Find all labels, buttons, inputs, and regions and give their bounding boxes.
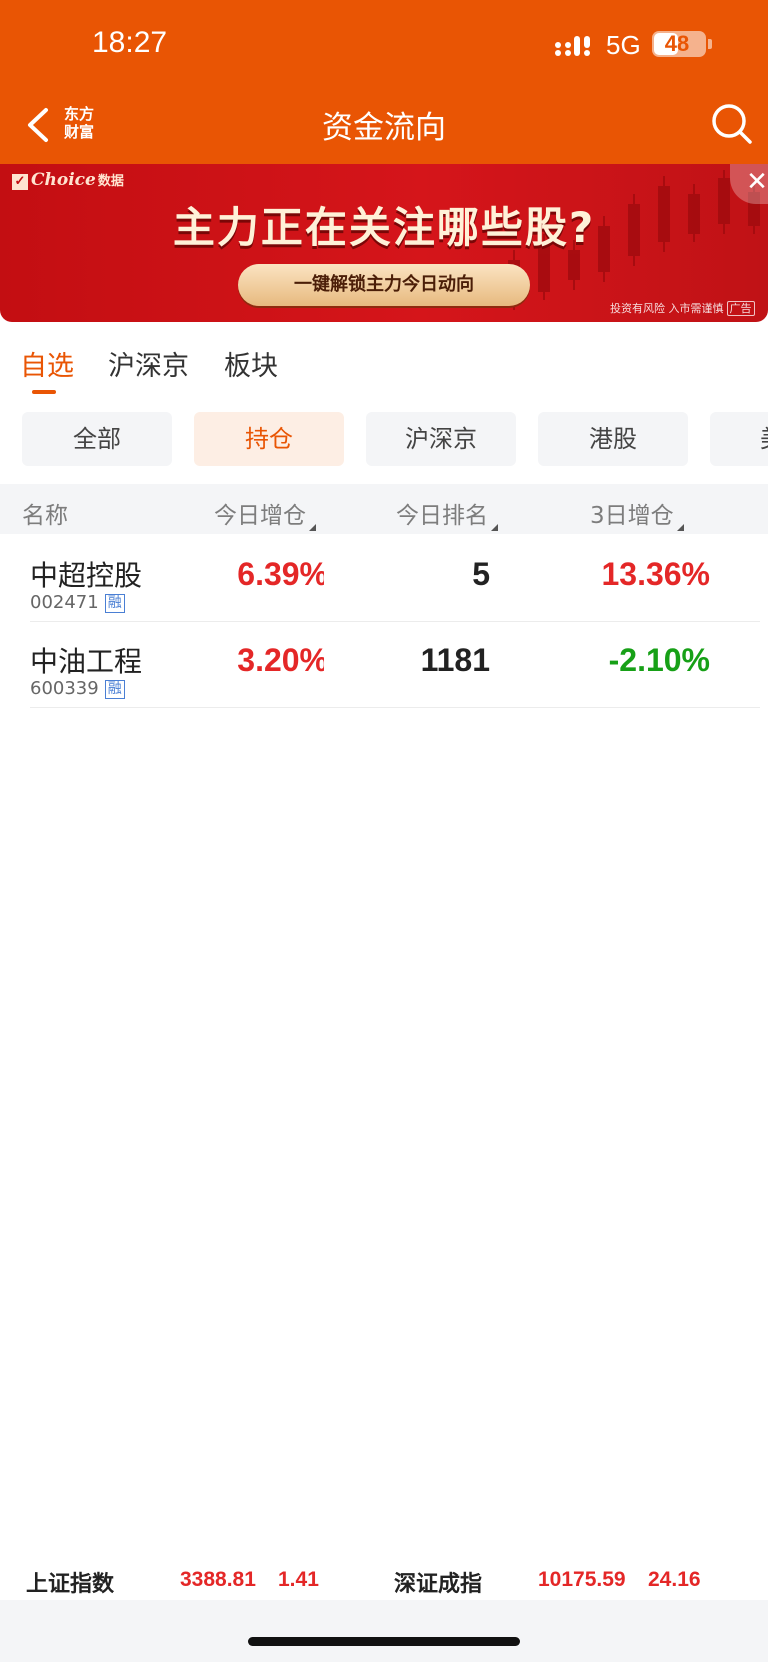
stock-code: 600339: [30, 678, 99, 699]
today-add-value: 3.20%: [237, 642, 324, 678]
margin-trading-badge: 融: [104, 594, 125, 613]
bottom-safe-area: [0, 1600, 768, 1662]
filter-holdings[interactable]: 持仓: [194, 412, 344, 466]
app-header: 18:27 5G 48 东方 财富 资金流向: [0, 0, 768, 164]
sort-icon: [491, 524, 498, 531]
battery-icon: 48: [652, 31, 706, 57]
tab-sh-sz-bj[interactable]: 沪深京: [108, 344, 189, 383]
table-row[interactable]: 中超控股 002471 融 6.39% 5 13.36%: [30, 536, 760, 622]
filter-us-stocks[interactable]: 美: [710, 412, 768, 466]
filter-all[interactable]: 全部: [22, 412, 172, 466]
stock-code-line: 002471 融: [30, 592, 125, 613]
index-ticker[interactable]: 上证指数 3388.81 1.41 深证成指 10175.59 24.16: [0, 1556, 768, 1606]
cellular-signal-icon: [555, 36, 590, 56]
column-today-add[interactable]: 今日增仓: [214, 496, 316, 531]
sz-index-change: 24.16: [648, 1568, 701, 1591]
column-3day-add[interactable]: 3日增仓: [590, 496, 684, 531]
today-rank-value: 5: [472, 556, 490, 592]
sort-icon: [309, 524, 316, 531]
page-title: 资金流向: [322, 110, 446, 146]
column-today-rank[interactable]: 今日排名: [396, 496, 498, 531]
filter-hk-stocks[interactable]: 港股: [538, 412, 688, 466]
battery-cap: [708, 39, 712, 49]
promo-banner[interactable]: ✓ Choice 数据 主力正在关注哪些股? 一键解锁主力今日动向 投资有风险 入市…: [0, 164, 768, 322]
category-tabs: 自选 沪深京 板块: [0, 336, 768, 396]
brand-name: Choice: [31, 170, 96, 190]
ad-tag: 广告: [726, 301, 755, 316]
sz-index-value: 10175.59: [538, 1568, 626, 1591]
sz-index-name: 深证成指: [394, 1572, 483, 1597]
status-time: 18:27: [92, 26, 168, 59]
sh-index-value: 3388.81: [180, 1568, 256, 1591]
risk-warning: 投资有风险 入市需谨慎: [610, 302, 724, 315]
column-today-add-label: 今日增仓: [214, 503, 306, 529]
column-today-rank-label: 今日排名: [396, 503, 488, 529]
network-type: 5G: [606, 30, 641, 60]
sort-icon: [676, 524, 684, 531]
check-icon: ✓: [12, 174, 28, 190]
stock-name: 中超控股: [30, 559, 143, 592]
tab-sector[interactable]: 板块: [224, 344, 278, 383]
three-day-add-value: -2.10%: [608, 642, 710, 678]
column-name[interactable]: 名称: [22, 496, 68, 530]
stock-code-line: 600339 融: [30, 678, 125, 699]
margin-trading-badge: 融: [104, 680, 125, 699]
column-3day-add-label: 3日增仓: [590, 503, 674, 529]
home-indicator[interactable]: [248, 1637, 520, 1646]
battery-level: 48: [664, 31, 690, 56]
active-tab-indicator: [32, 390, 56, 394]
choice-brand: ✓ Choice 数据: [12, 170, 124, 190]
three-day-add-value: 13.36%: [601, 556, 710, 592]
today-add-clip: 3.20%: [214, 640, 324, 684]
table-header: 名称 今日增仓 今日排名 3日增仓: [0, 484, 768, 534]
table-row[interactable]: 中油工程 600339 融 3.20% 1181 -2.10%: [30, 622, 760, 708]
banner-disclaimer: 投资有风险 入市需谨慎 广告: [610, 300, 755, 316]
stock-code: 002471: [30, 592, 99, 613]
today-add-value: 6.39%: [237, 556, 324, 592]
sh-index-change: 1.41: [278, 1568, 319, 1591]
banner-headline: 主力正在关注哪些股?: [172, 203, 596, 252]
sh-index-name: 上证指数: [26, 1572, 115, 1597]
today-add-clip: 6.39%: [214, 554, 324, 598]
today-rank-value: 1181: [420, 642, 490, 678]
filter-sh-sz-bj[interactable]: 沪深京: [366, 412, 516, 466]
brand-suffix: 数据: [97, 174, 124, 189]
banner-cta-button[interactable]: 一键解锁主力今日动向: [238, 264, 530, 306]
search-icon[interactable]: [710, 102, 754, 146]
stock-name: 中油工程: [30, 645, 143, 678]
tab-watchlist[interactable]: 自选: [20, 344, 74, 383]
